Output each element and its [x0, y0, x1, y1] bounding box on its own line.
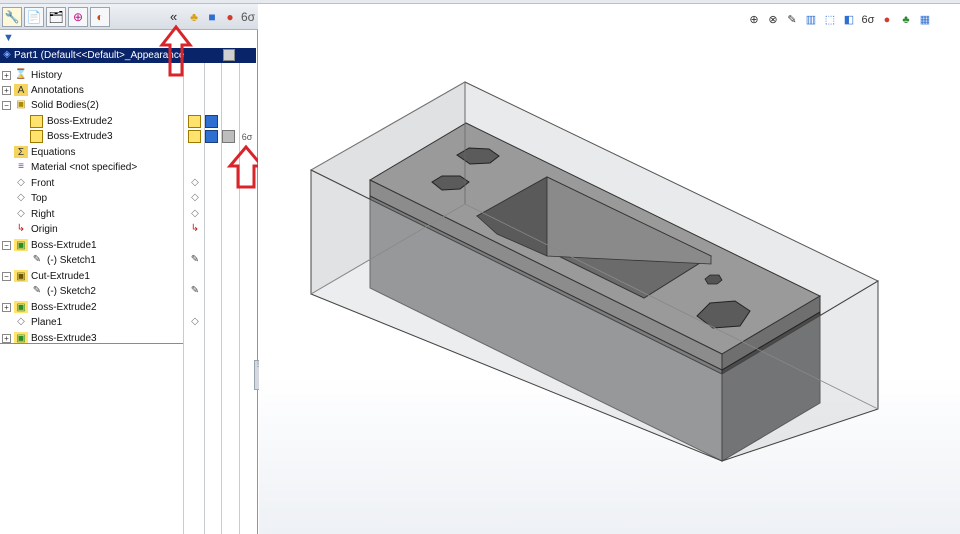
tree-item-boss-extrude2[interactable]: + ▣ Boss-Extrude2 [0, 300, 258, 315]
tree-item-body-boss-extrude3[interactable]: Boss-Extrude3 6σ [0, 129, 258, 144]
propertymanager-tab[interactable]: 📄 [24, 7, 44, 27]
dimxpert-tab[interactable]: ⊕ [68, 7, 88, 27]
plane-icon: ◇ [17, 192, 25, 203]
cut-extrude-icon: ▣ [14, 270, 28, 282]
solid-bodies-folder-icon: ▣ [16, 99, 26, 110]
history-icon: ⌛ [14, 69, 28, 80]
display-icon[interactable]: ■ [204, 9, 220, 25]
configurationmanager-tab[interactable]: 🗂 [46, 7, 66, 27]
expand-icon[interactable]: + [2, 71, 11, 80]
origin-icon: ↳ [16, 223, 26, 234]
tree-item-sketch2[interactable]: ✎ (-) Sketch2 ✎ [0, 284, 258, 299]
plane-icon: ◇ [17, 208, 25, 219]
expand-icon[interactable]: + [2, 334, 11, 343]
plane-visibility-icon[interactable]: ◇ [188, 176, 202, 190]
manager-tab-bar: 🔧 📄 🗂 ⊕ ◐ « ♣ ■ ● 6σ [0, 4, 258, 30]
tree-item-equations[interactable]: Σ Equations [0, 145, 258, 160]
tree-item-right-plane[interactable]: ◇ Right ◇ [0, 207, 258, 222]
appearance-swatch-icon[interactable] [222, 130, 235, 143]
graphics-area[interactable]: ⊕ ⊗ ✎ ▥ ⬚ ◧ 6σ ● ♣ ▦ [259, 4, 960, 534]
body-color-icon[interactable] [205, 130, 218, 143]
plane-visibility-icon[interactable]: ◇ [188, 315, 202, 329]
material-icon: ≡ [18, 161, 24, 172]
expand-icon[interactable]: + [2, 303, 11, 312]
body-icon [30, 115, 43, 128]
tree-item-history[interactable]: + ⌛ History [0, 68, 258, 83]
boss-extrude-icon: ▣ [14, 301, 28, 313]
tree-item-front-plane[interactable]: ◇ Front ◇ [0, 176, 258, 191]
plane-icon: ◇ [17, 316, 25, 327]
filter-row: ▼ [0, 30, 258, 48]
tree-root-part1[interactable]: ◈ Part1 (Default<<Default>_Appearance [0, 48, 256, 63]
body-display-icon[interactable] [188, 130, 201, 143]
boss-extrude-icon: ▣ [14, 239, 28, 251]
body-color-icon[interactable] [205, 115, 218, 128]
plane-visibility-icon[interactable]: ◇ [188, 207, 202, 221]
collapse-icon[interactable]: − [2, 272, 11, 281]
appearance-icon[interactable]: ● [222, 9, 238, 25]
collapse-icon[interactable]: − [2, 101, 11, 110]
collapse-icon[interactable]: − [2, 241, 11, 250]
origin-visibility-icon[interactable]: ↳ [188, 222, 202, 236]
tree-item-plane1[interactable]: ◇ Plane1 ◇ [0, 315, 258, 330]
tree-item-top-plane[interactable]: ◇ Top ◇ [0, 191, 258, 206]
feature-manager-panel: 🔧 📄 🗂 ⊕ ◐ « ♣ ■ ● 6σ ▼ ◈ Part1 (Default<… [0, 4, 262, 534]
tree-item-origin[interactable]: ↳ Origin ↳ [0, 222, 258, 237]
body-display-icon[interactable] [188, 115, 201, 128]
annotations-icon: A [14, 84, 28, 96]
body-icon [30, 130, 43, 143]
sketch-icon: ✎ [32, 254, 42, 265]
sketch-visibility-icon[interactable]: ✎ [188, 284, 202, 298]
transparency-icon[interactable]: 6σ [240, 9, 256, 25]
model-viewport[interactable] [259, 4, 960, 534]
hide-show-icon[interactable]: ♣ [186, 9, 202, 25]
tree-item-sketch1[interactable]: ✎ (-) Sketch1 ✎ [0, 253, 258, 268]
sketch-icon: ✎ [32, 285, 42, 296]
tree-item-boss-extrude1[interactable]: − ▣ Boss-Extrude1 [0, 238, 258, 253]
plane-visibility-icon[interactable]: ◇ [188, 191, 202, 205]
collapse-pane-button[interactable]: « [170, 9, 184, 25]
transparency-icon[interactable]: 6σ [240, 130, 254, 144]
appearance-swatch-icon[interactable] [223, 49, 235, 61]
solidworks-window: 🔧 📄 🗂 ⊕ ◐ « ♣ ■ ● 6σ ▼ ◈ Part1 (Default<… [0, 0, 960, 534]
filter-icon[interactable]: ▼ [3, 32, 14, 44]
tree-item-solid-bodies[interactable]: − ▣ Solid Bodies(2) [0, 98, 258, 113]
displaymanager-tab[interactable]: ◐ [90, 7, 110, 27]
tree-item-body-boss-extrude2[interactable]: Boss-Extrude2 [0, 114, 258, 129]
tree-item-material[interactable]: ≡ Material <not specified> [0, 160, 258, 175]
plane-icon: ◇ [17, 177, 25, 188]
tree-item-cut-extrude1[interactable]: − ▣ Cut-Extrude1 [0, 269, 258, 284]
tree-item-annotations[interactable]: + A Annotations [0, 83, 258, 98]
equations-icon: Σ [14, 146, 28, 158]
featuremanager-tab[interactable]: 🔧 [2, 7, 22, 27]
tree-end-divider [0, 343, 183, 344]
sketch-visibility-icon[interactable]: ✎ [188, 253, 202, 267]
expand-icon[interactable]: + [2, 86, 11, 95]
